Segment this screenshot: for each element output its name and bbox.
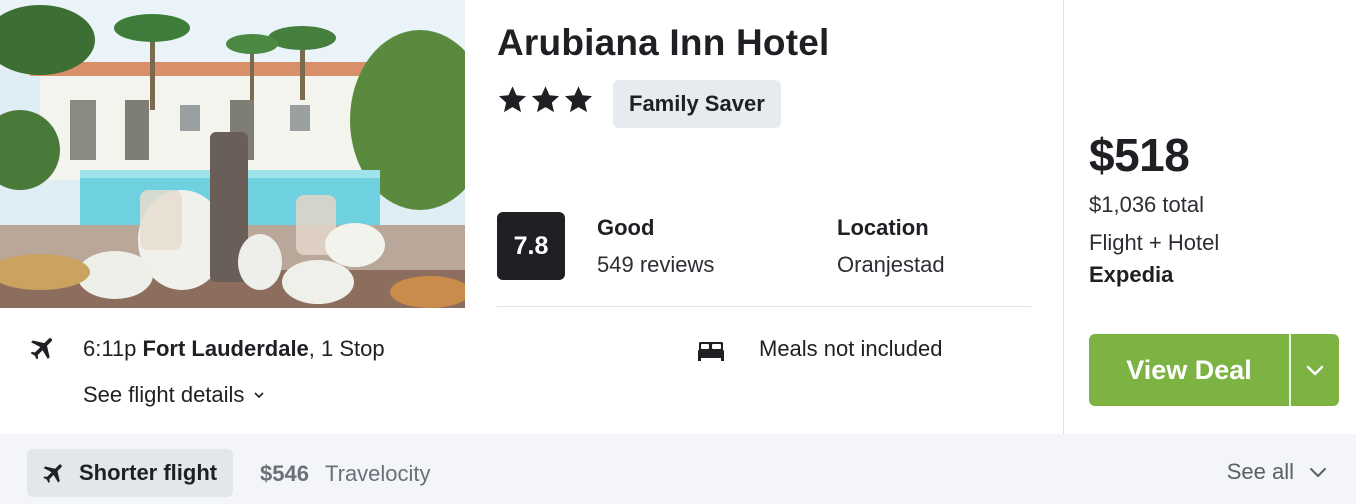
hotel-result-card: Arubiana Inn Hotel Family Saver 7.8 Good… [0, 0, 1356, 504]
hotel-star-rating [497, 84, 594, 115]
see-flight-details-link[interactable]: See flight details [83, 382, 266, 408]
hotel-photo-illustration [0, 0, 465, 308]
review-count: 549 reviews [597, 252, 715, 277]
section-divider [497, 306, 1031, 307]
flight-city: Fort Lauderdale [142, 336, 309, 361]
alternative-provider[interactable]: Travelocity [325, 461, 431, 487]
family-saver-badge: Family Saver [613, 80, 781, 128]
shorter-flight-label: Shorter flight [79, 460, 218, 485]
star-icon [564, 86, 593, 113]
hotel-photo[interactable] [0, 0, 465, 308]
location-value: Oranjestad [837, 252, 945, 277]
chevron-down-icon [1306, 365, 1324, 376]
see-all-button[interactable]: See all [1227, 459, 1328, 485]
hotel-name[interactable]: Arubiana Inn Hotel [497, 22, 830, 64]
meals-info: Meals not included [759, 336, 943, 361]
flight-time: 6:11p [83, 336, 137, 361]
deal-provider: Expedia [1089, 262, 1174, 287]
rating-label: Good [597, 215, 655, 240]
column-divider [1063, 0, 1064, 434]
review-score-badge: 7.8 [497, 212, 565, 280]
see-all-label: See all [1226, 459, 1294, 484]
see-flight-details-label: See flight details [83, 382, 245, 407]
view-deal-button-group: View Deal [1089, 334, 1339, 406]
bed-icon [698, 342, 724, 361]
flight-stops: , 1 Stop [308, 336, 385, 361]
package-type: Flight + Hotel [1089, 230, 1220, 255]
airplane-icon [43, 464, 62, 483]
star-icon [498, 86, 527, 113]
flight-summary: 6:11p Fort Lauderdale, 1 Stop [83, 336, 385, 362]
price-per-person: $518 [1089, 129, 1190, 181]
chevron-down-icon [254, 392, 265, 399]
shorter-flight-chip[interactable]: Shorter flight [27, 449, 234, 497]
chevron-down-icon [1310, 468, 1326, 477]
airplane-icon [30, 338, 52, 360]
alternative-deals-bar: Shorter flight $546 Travelocity See all [0, 434, 1356, 504]
button-separator [1289, 334, 1291, 406]
view-deal-button[interactable]: View Deal [1089, 334, 1289, 406]
alternative-price[interactable]: $546 [260, 461, 309, 487]
location-label: Location [837, 215, 929, 240]
deal-options-dropdown[interactable] [1291, 334, 1339, 406]
star-icon [531, 86, 560, 113]
price-total: $1,036 total [1089, 192, 1204, 217]
